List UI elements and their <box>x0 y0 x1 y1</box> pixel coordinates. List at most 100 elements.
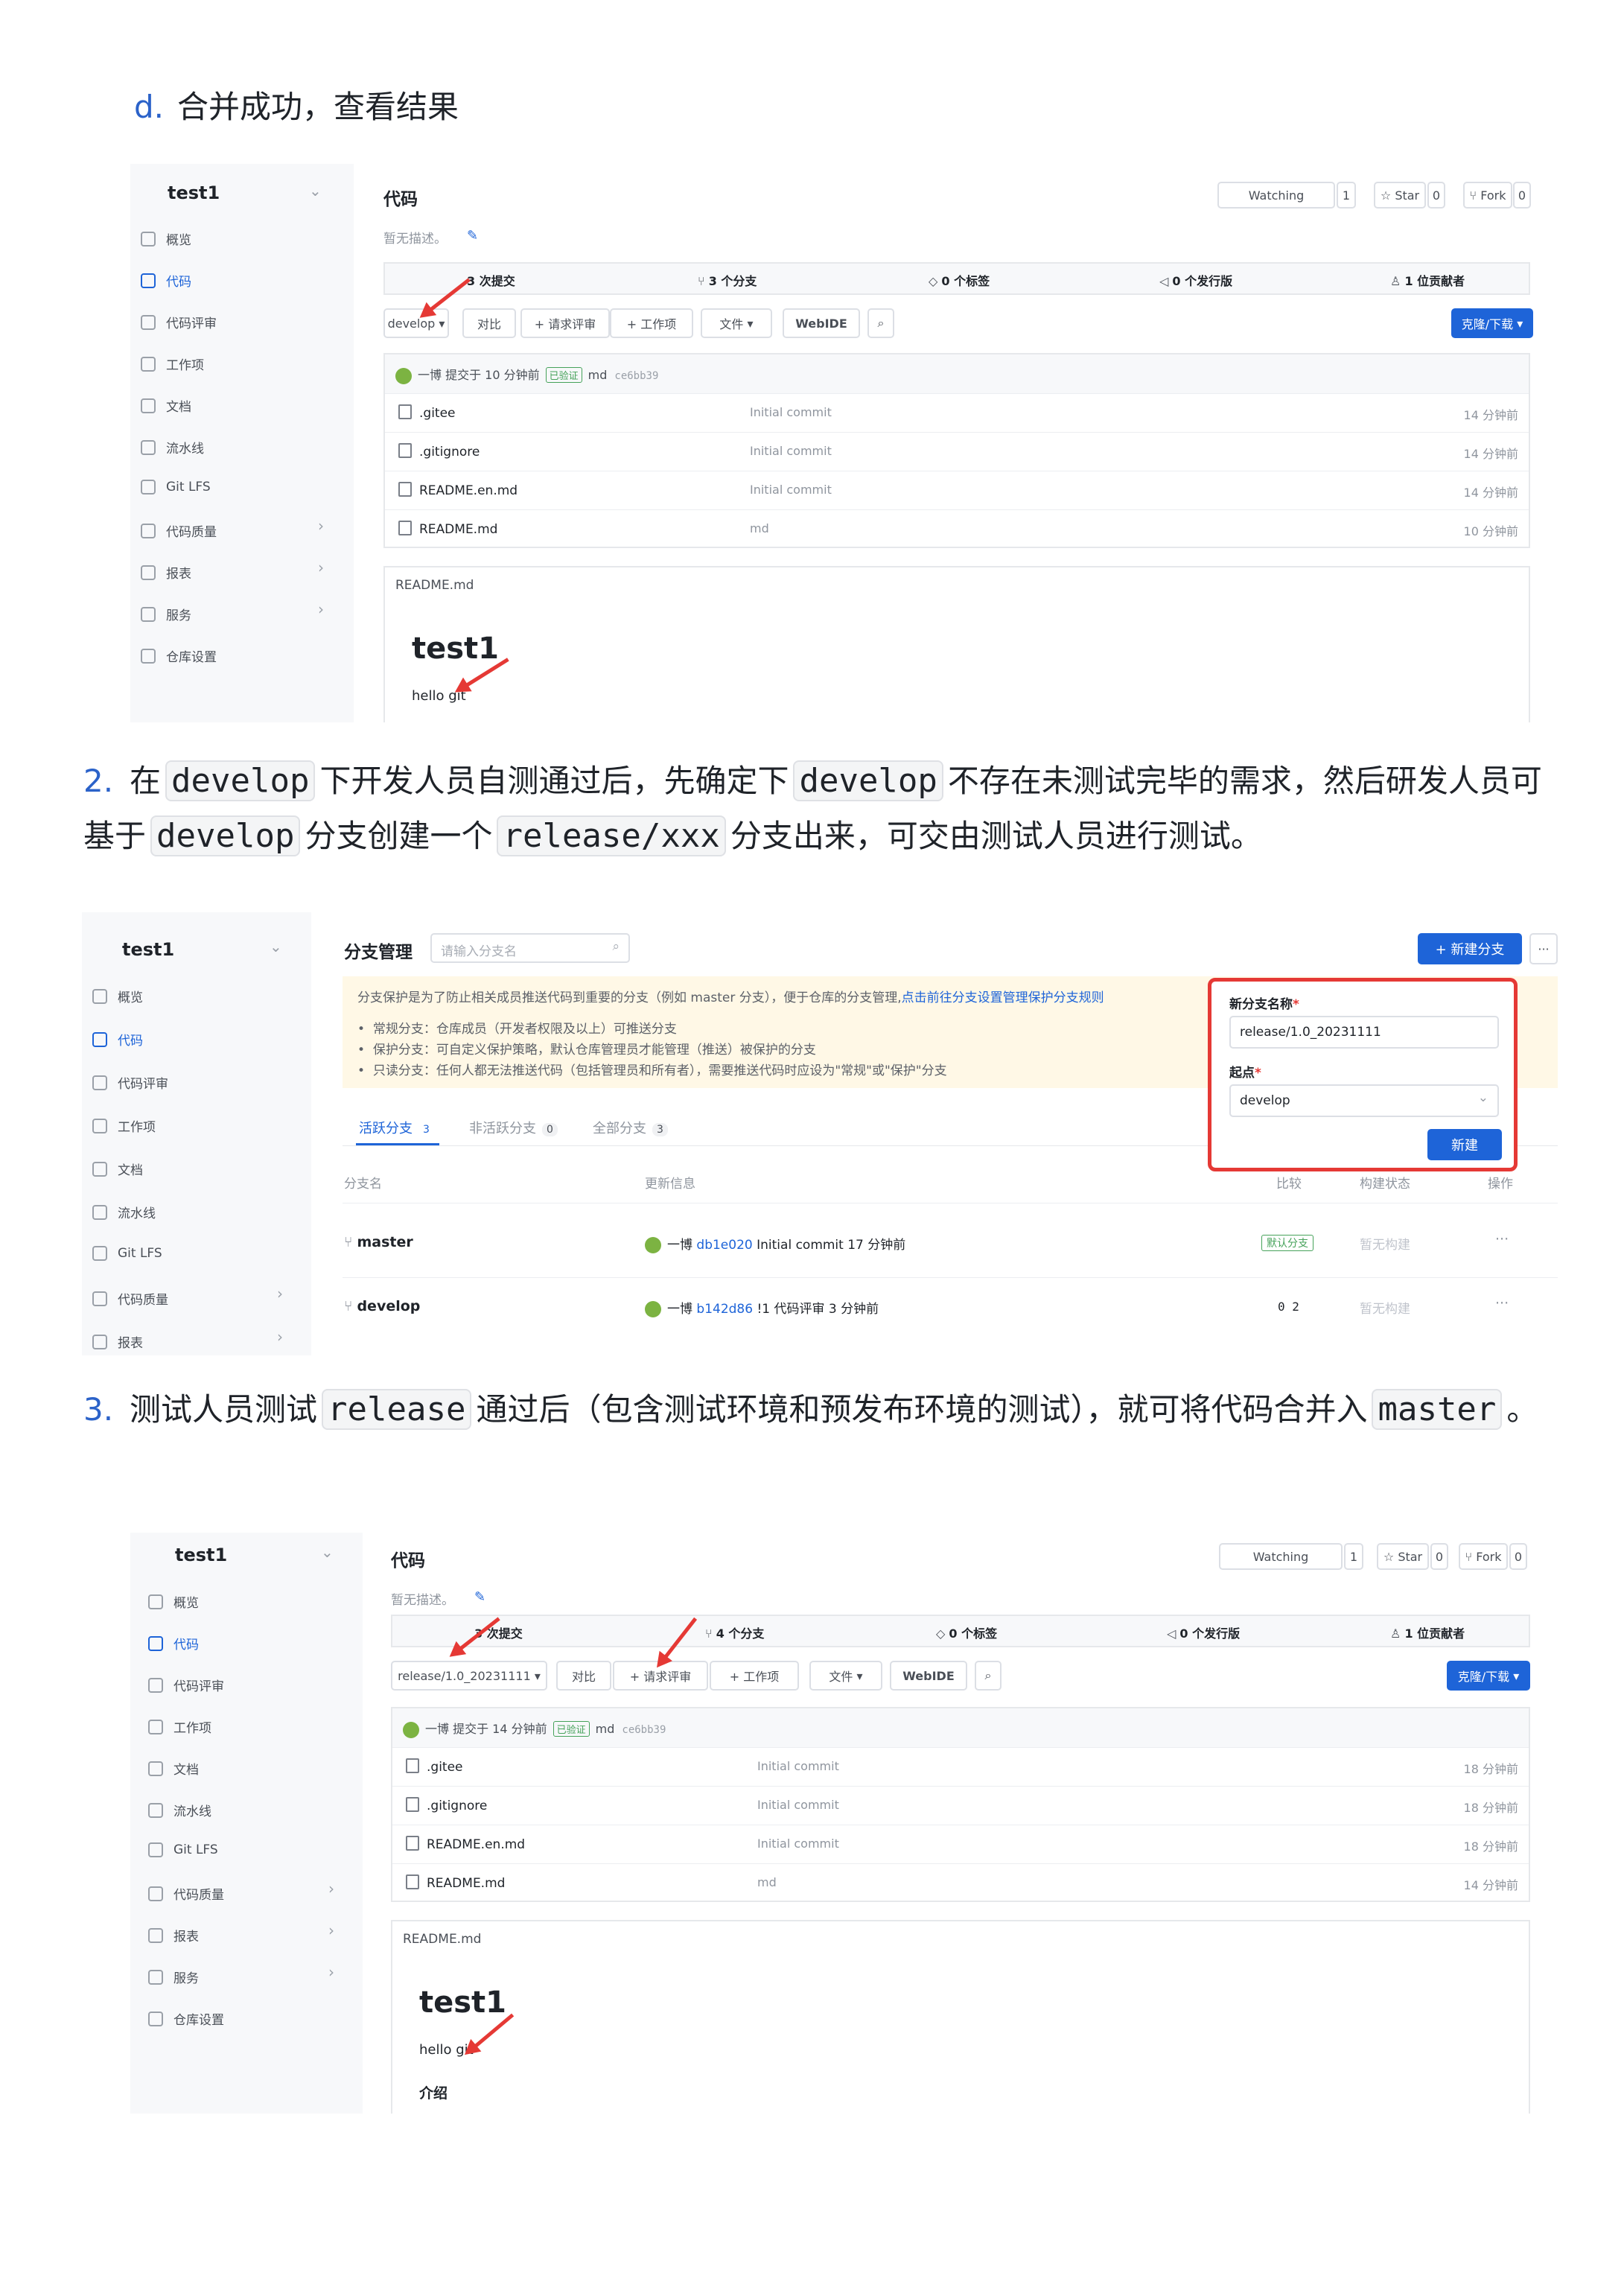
sidebar-item-workitems[interactable]: 工作项 <box>148 1717 211 1736</box>
file-row[interactable]: README.en.md Initial commit 14 分钟前 <box>385 471 1529 510</box>
file-row[interactable]: .gitignore Initial commit 14 分钟前 <box>385 432 1529 471</box>
compare-button[interactable]: 对比 <box>556 1661 611 1691</box>
sidebar-item-pipeline[interactable]: 流水线 <box>148 1801 211 1819</box>
repo-name[interactable]: test1 <box>122 939 174 960</box>
sidebar-item-code[interactable]: 代码 <box>92 1030 143 1049</box>
sidebar-item-review[interactable]: 代码评审 <box>148 1676 224 1694</box>
sidebar-item-quality[interactable]: 代码质量 <box>148 1884 224 1903</box>
search-icon: ⌕ <box>612 939 620 954</box>
contributors-stat[interactable]: ♙ 1 位贡献者 <box>1390 1624 1465 1641</box>
file-row[interactable]: .gitignore Initial commit 18 分钟前 <box>392 1786 1529 1825</box>
sidebar-item-overview[interactable]: 概览 <box>148 1592 199 1611</box>
start-point-select[interactable]: develop ⌄ <box>1229 1084 1499 1117</box>
commit-hash[interactable]: db1e020 <box>696 1238 752 1253</box>
sidebar-item-review[interactable]: 代码评审 <box>92 1073 168 1092</box>
edit-icon[interactable]: ✎ <box>474 1589 485 1605</box>
sidebar-item-quality[interactable]: 代码质量 <box>92 1289 168 1308</box>
request-review-button[interactable]: + 请求评审 <box>520 308 610 338</box>
sidebar-item-gitlfs[interactable]: Git LFS <box>148 1842 218 1857</box>
star-count: 0 <box>1430 1543 1448 1570</box>
sidebar-item-reports[interactable]: 报表 <box>148 1926 199 1944</box>
branch-row-master[interactable]: ⑂ master <box>344 1234 413 1250</box>
branch-row-develop[interactable]: ⑂ develop <box>344 1298 420 1314</box>
search-icon[interactable]: ⌕ <box>975 1661 1002 1691</box>
sidebar-item-review[interactable]: 代码评审 <box>141 313 217 331</box>
cube-icon <box>148 1842 163 1857</box>
create-branch-button[interactable]: 新建 <box>1427 1129 1502 1160</box>
sidebar-item-pipeline[interactable]: 流水线 <box>141 438 204 457</box>
new-branch-button[interactable]: + 新建分支 <box>1418 933 1522 964</box>
sidebar-item-docs[interactable]: 文档 <box>92 1160 143 1178</box>
sidebar-item-docs[interactable]: 文档 <box>141 396 191 415</box>
new-branch-name-input[interactable]: release/1.0_20231111 <box>1229 1016 1499 1049</box>
add-workitem-button[interactable]: + 工作项 <box>710 1661 799 1691</box>
sidebar-item-pipeline[interactable]: 流水线 <box>92 1203 156 1221</box>
watching-button[interactable]: Watching <box>1219 1543 1343 1570</box>
star-button[interactable]: ☆ Star <box>1377 1543 1429 1570</box>
watching-button[interactable]: Watching <box>1217 182 1335 209</box>
sidebar-item-services[interactable]: 服务 <box>148 1968 199 1986</box>
sidebar-item-gitlfs[interactable]: Git LFS <box>92 1246 162 1261</box>
chevron-down-icon[interactable]: ⌄ <box>321 1543 334 1561</box>
pull-request-icon <box>148 1677 163 1693</box>
branches-stat[interactable]: ⑂ 4 个分支 <box>705 1624 764 1641</box>
compare-button[interactable]: 对比 <box>462 308 516 338</box>
sidebar-item-overview[interactable]: 概览 <box>141 229 191 248</box>
sidebar-item-workitems[interactable]: 工作项 <box>92 1116 156 1135</box>
commit-hash[interactable]: b142d86 <box>696 1302 753 1317</box>
tags-stat[interactable]: ◇ 0 个标签 <box>929 271 990 289</box>
tab-all-branches[interactable]: 全部分支 3 <box>593 1118 668 1137</box>
sidebar-item-quality[interactable]: 代码质量 <box>141 521 217 540</box>
sidebar-item-code[interactable]: 代码 <box>141 271 191 290</box>
chevron-down-icon[interactable]: ⌄ <box>270 938 282 955</box>
sidebar-item-settings[interactable]: 仓库设置 <box>148 2009 224 2028</box>
file-row[interactable]: README.md md 14 分钟前 <box>392 1863 1529 1903</box>
file-row[interactable]: README.md md 10 分钟前 <box>385 509 1529 549</box>
gauge-icon <box>141 231 156 247</box>
fork-button[interactable]: ⑂ Fork <box>1459 1543 1508 1570</box>
sidebar-item-docs[interactable]: 文档 <box>148 1759 199 1778</box>
webide-button[interactable]: WebIDE <box>890 1661 967 1691</box>
clone-download-button[interactable]: 克隆/下载 ▾ <box>1451 308 1533 338</box>
clone-download-button[interactable]: 克隆/下载 ▾ <box>1447 1661 1530 1691</box>
branch-search-input[interactable]: 请输入分支名 ⌕ <box>430 933 630 963</box>
branches-stat[interactable]: ⑂ 3 个分支 <box>698 271 757 289</box>
more-button[interactable]: ··· <box>1529 933 1558 964</box>
sidebar-item-workitems[interactable]: 工作项 <box>141 354 204 373</box>
sidebar-item-code[interactable]: 代码 <box>148 1634 199 1653</box>
releases-stat[interactable]: ◁ 0 个发行版 <box>1159 271 1232 289</box>
releases-stat[interactable]: ◁ 0 个发行版 <box>1167 1624 1240 1641</box>
row-actions-button[interactable]: ··· <box>1495 1295 1509 1311</box>
file-row[interactable]: .gitee Initial commit 18 分钟前 <box>392 1747 1529 1787</box>
sidebar-item-overview[interactable]: 概览 <box>92 987 143 1005</box>
branch-selector[interactable]: release/1.0_20231111 ▾ <box>391 1661 547 1691</box>
webide-button[interactable]: WebIDE <box>783 308 860 338</box>
tab-inactive-branches[interactable]: 非活跃分支 0 <box>469 1118 558 1137</box>
protection-rules-link[interactable]: 点击前往分支设置管理保护分支规则 <box>902 990 1104 1005</box>
chevron-down-icon[interactable]: ⌄ <box>309 182 322 200</box>
repo-name[interactable]: test1 <box>168 182 220 203</box>
edit-icon[interactable]: ✎ <box>467 228 478 244</box>
commit-hash[interactable]: ce6bb39 <box>614 370 658 382</box>
sidebar-item-settings[interactable]: 仓库设置 <box>141 646 217 665</box>
file-row[interactable]: .gitee Initial commit 14 分钟前 <box>385 393 1529 433</box>
sidebar-item-reports[interactable]: 报表 <box>92 1332 143 1351</box>
star-button[interactable]: ☆ Star <box>1374 182 1426 209</box>
commits-stat[interactable]: 3 次提交 <box>467 271 515 289</box>
search-icon[interactable]: ⌕ <box>867 308 894 338</box>
tags-stat[interactable]: ◇ 0 个标签 <box>936 1624 997 1641</box>
file-row[interactable]: README.en.md Initial commit 18 分钟前 <box>392 1825 1529 1864</box>
commit-hash[interactable]: ce6bb39 <box>622 1724 666 1736</box>
chevron-right-icon: › <box>328 1880 334 1898</box>
tab-active-branches[interactable]: 活跃分支 3 <box>359 1118 434 1137</box>
repo-name[interactable]: test1 <box>175 1545 227 1565</box>
file-button[interactable]: 文件 ▾ <box>701 308 772 338</box>
file-button[interactable]: 文件 ▾ <box>809 1661 882 1691</box>
add-workitem-button[interactable]: + 工作项 <box>610 308 693 338</box>
sidebar-item-services[interactable]: 服务 <box>141 605 191 623</box>
fork-button[interactable]: ⑂ Fork <box>1463 182 1512 209</box>
row-actions-button[interactable]: ··· <box>1495 1231 1509 1247</box>
sidebar-item-gitlfs[interactable]: Git LFS <box>141 480 211 495</box>
sidebar-item-reports[interactable]: 报表 <box>141 563 191 582</box>
contributors-stat[interactable]: ♙ 1 位贡献者 <box>1390 271 1465 289</box>
